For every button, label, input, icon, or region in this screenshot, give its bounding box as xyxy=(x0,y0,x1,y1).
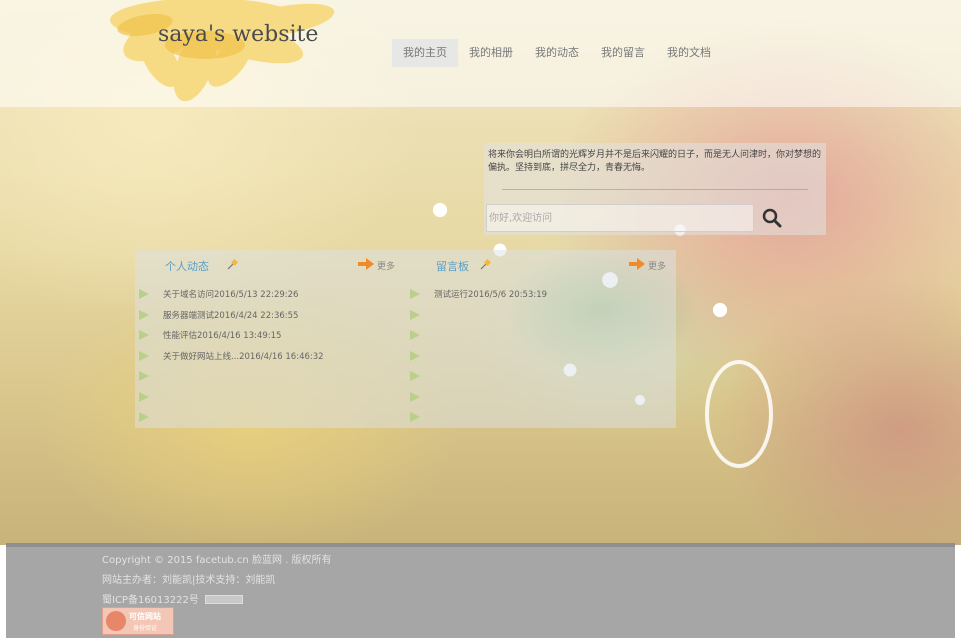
list-item xyxy=(139,407,399,428)
list-item xyxy=(410,366,670,387)
bullet-triangle-icon xyxy=(139,289,149,300)
activity-panel-title: 个人动态 xyxy=(165,260,209,273)
list-item: 测试运行2016/5/6 20:53:19 xyxy=(410,284,670,305)
bullet-triangle-icon xyxy=(139,330,149,341)
bullet-triangle-icon xyxy=(410,371,420,382)
nav-album[interactable]: 我的相册 xyxy=(458,39,524,67)
bullet-triangle-icon xyxy=(410,309,420,320)
activity-panel: 个人动态 更多 关于域名访问2016/5/13 22:29:26 服务器端测试2… xyxy=(135,250,405,428)
bracelet xyxy=(705,360,773,468)
sunflower-logo xyxy=(110,0,335,102)
trust-badge-title: 可信网站 xyxy=(129,612,161,621)
arrow-right-icon xyxy=(357,258,374,270)
site-header: saya's website 我的主页 我的相册 我的动态 我的留言 我的文档 xyxy=(0,0,961,107)
list-item: 关于域名访问2016/5/13 22:29:26 xyxy=(139,284,399,305)
bullet-triangle-icon xyxy=(410,391,420,402)
list-item xyxy=(410,305,670,326)
nav-messages[interactable]: 我的留言 xyxy=(590,39,656,67)
arrow-right-icon xyxy=(628,258,645,270)
search-icon xyxy=(762,208,782,228)
activity-more-label: 更多 xyxy=(376,262,395,272)
icp-number[interactable]: 蜀ICP备16013222号 xyxy=(102,595,199,606)
divider xyxy=(502,189,808,190)
guestbook-panel: 留言板 更多 测试运行2016/5/6 20:53:19 xyxy=(406,250,676,428)
host-info: 网站主办者：刘能凯|技术支持：刘能凯 xyxy=(102,575,276,586)
site-footer: Copyright © 2015 facetub.cn 脸蓝网 . 版权所有 网… xyxy=(6,543,955,638)
list-item-link[interactable]: 关于域名访问2016/5/13 22:29:26 xyxy=(163,288,298,300)
list-item xyxy=(139,366,399,387)
list-item: 服务器端测试2016/4/24 22:36:55 xyxy=(139,305,399,326)
bullet-triangle-icon xyxy=(139,412,149,423)
list-item-link[interactable]: 性能评估2016/4/16 13:49:15 xyxy=(163,329,281,341)
nav-activity[interactable]: 我的动态 xyxy=(524,39,590,67)
bullet-triangle-icon xyxy=(410,350,420,361)
nav-home[interactable]: 我的主页 xyxy=(392,39,458,67)
bullet-triangle-icon xyxy=(139,391,149,402)
pin-icon xyxy=(227,259,238,270)
site-title[interactable]: saya's website xyxy=(158,22,318,47)
pin-icon xyxy=(480,259,491,270)
list-item-link[interactable]: 关于做好网站上线...2016/4/16 16:46:32 xyxy=(163,350,324,362)
activity-more-link[interactable]: 更多 xyxy=(357,258,395,272)
list-item: 关于做好网站上线...2016/4/16 16:46:32 xyxy=(139,346,399,367)
bullet-triangle-icon xyxy=(139,371,149,382)
list-item xyxy=(410,325,670,346)
icp-badge-icon[interactable] xyxy=(204,594,243,604)
guestbook-panel-title: 留言板 xyxy=(436,260,469,273)
bullet-triangle-icon xyxy=(139,309,149,320)
list-item xyxy=(410,387,670,408)
content-panels: 个人动态 更多 关于域名访问2016/5/13 22:29:26 服务器端测试2… xyxy=(135,250,676,428)
copyright-text: Copyright © 2015 facetub.cn 脸蓝网 . 版权所有 xyxy=(102,555,332,566)
main-nav: 我的主页 我的相册 我的动态 我的留言 我的文档 xyxy=(392,39,722,67)
guestbook-more-link[interactable]: 更多 xyxy=(628,258,666,272)
guestbook-list: 测试运行2016/5/6 20:53:19 xyxy=(410,284,670,428)
quote-search-box: 将来你会明白所谓的光辉岁月并不是后来闪耀的日子，而是无人问津时，你对梦想的偏执。… xyxy=(484,143,826,235)
search-input[interactable] xyxy=(486,204,754,232)
icp-line: 蜀ICP备16013222号 xyxy=(102,591,243,606)
activity-list: 关于域名访问2016/5/13 22:29:26 服务器端测试2016/4/24… xyxy=(139,284,399,428)
list-item-link[interactable]: 服务器端测试2016/4/24 22:36:55 xyxy=(163,309,298,321)
guestbook-more-label: 更多 xyxy=(647,262,666,272)
bullet-triangle-icon xyxy=(410,412,420,423)
list-item xyxy=(139,387,399,408)
motto-quote: 将来你会明白所谓的光辉岁月并不是后来闪耀的日子，而是无人问津时，你对梦想的偏执。… xyxy=(488,150,822,173)
search-button[interactable] xyxy=(758,204,786,232)
list-item: 性能评估2016/4/16 13:49:15 xyxy=(139,325,399,346)
list-item xyxy=(410,407,670,428)
nav-documents[interactable]: 我的文档 xyxy=(656,39,722,67)
trust-badge-subtitle: 身份验证 xyxy=(133,625,158,632)
bullet-triangle-icon xyxy=(139,350,149,361)
bullet-triangle-icon xyxy=(410,289,420,300)
list-item-link[interactable]: 测试运行2016/5/6 20:53:19 xyxy=(434,288,547,300)
bullet-triangle-icon xyxy=(410,330,420,341)
list-item xyxy=(410,346,670,367)
trust-badge-icon xyxy=(106,611,126,631)
trust-site-badge[interactable]: 可信网站 身份验证 xyxy=(102,607,174,635)
